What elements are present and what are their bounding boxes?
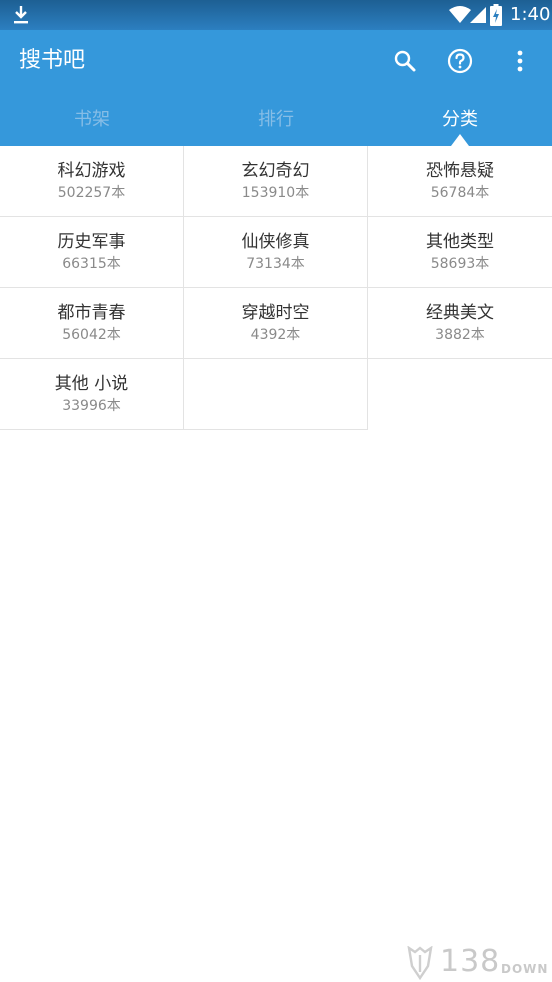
category-count: 153910本 [241, 185, 310, 201]
category-count: 56784本 [430, 185, 490, 201]
category-count: 56042本 [62, 327, 121, 343]
category-cell-other-novels[interactable]: 其他 小说 33996本 [0, 359, 184, 430]
more-vert-icon[interactable] [505, 46, 535, 76]
category-name: 历史军事 [57, 232, 126, 252]
empty-cell [184, 359, 368, 430]
watermark-shield-icon [407, 946, 433, 980]
category-count: 3882本 [435, 327, 485, 343]
category-name: 经典美文 [426, 303, 494, 323]
category-cell-history[interactable]: 历史军事 66315本 [0, 217, 184, 288]
watermark-number: 138 [440, 944, 501, 979]
category-cell-other-types[interactable]: 其他类型 58693本 [368, 217, 552, 288]
category-name: 其他类型 [426, 232, 494, 252]
category-count: 33996本 [62, 398, 121, 414]
signal-icon [469, 6, 487, 28]
category-count: 502257本 [57, 185, 126, 201]
app-title: 搜书吧 [19, 48, 86, 73]
category-count: 4392本 [250, 327, 301, 343]
category-cell-scifi-games[interactable]: 科幻游戏 502257本 [0, 146, 184, 217]
category-cell-time-travel[interactable]: 穿越时空 4392本 [184, 288, 368, 359]
category-name: 其他 小说 [54, 374, 129, 394]
category-cell-classic-prose[interactable]: 经典美文 3882本 [368, 288, 552, 359]
category-cell-urban[interactable]: 都市青春 56042本 [0, 288, 184, 359]
category-name: 仙侠修真 [241, 232, 310, 252]
category-count: 66315本 [62, 256, 121, 272]
watermark-suffix: DOWN [501, 962, 549, 976]
wifi-icon [449, 6, 471, 28]
category-name: 科幻游戏 [57, 161, 126, 181]
search-icon[interactable] [390, 46, 420, 76]
active-tab-indicator [451, 134, 469, 146]
category-name: 恐怖悬疑 [426, 161, 494, 181]
status-clock: 1:40 [510, 4, 551, 25]
download-icon [12, 5, 30, 29]
category-count: 58693本 [430, 256, 490, 272]
tab-ranking[interactable]: 排行 [184, 104, 368, 146]
category-name: 穿越时空 [241, 303, 310, 323]
category-count: 73134本 [246, 256, 305, 272]
battery-charging-icon [490, 4, 502, 30]
category-cell-fantasy[interactable]: 玄幻奇幻 153910本 [184, 146, 368, 217]
watermark-logo: 138 DOWN [406, 944, 552, 982]
category-name: 都市青春 [57, 303, 126, 323]
category-cell-horror[interactable]: 恐怖悬疑 56784本 [368, 146, 552, 217]
status-bar: 1:40 [0, 0, 552, 30]
tab-bookshelf[interactable]: 书架 [0, 104, 184, 146]
category-name: 玄幻奇幻 [241, 161, 310, 181]
app-bar: 搜书吧 书架 排行 分类 [0, 30, 552, 146]
help-icon[interactable] [445, 46, 475, 76]
category-cell-xianxia[interactable]: 仙侠修真 73134本 [184, 217, 368, 288]
